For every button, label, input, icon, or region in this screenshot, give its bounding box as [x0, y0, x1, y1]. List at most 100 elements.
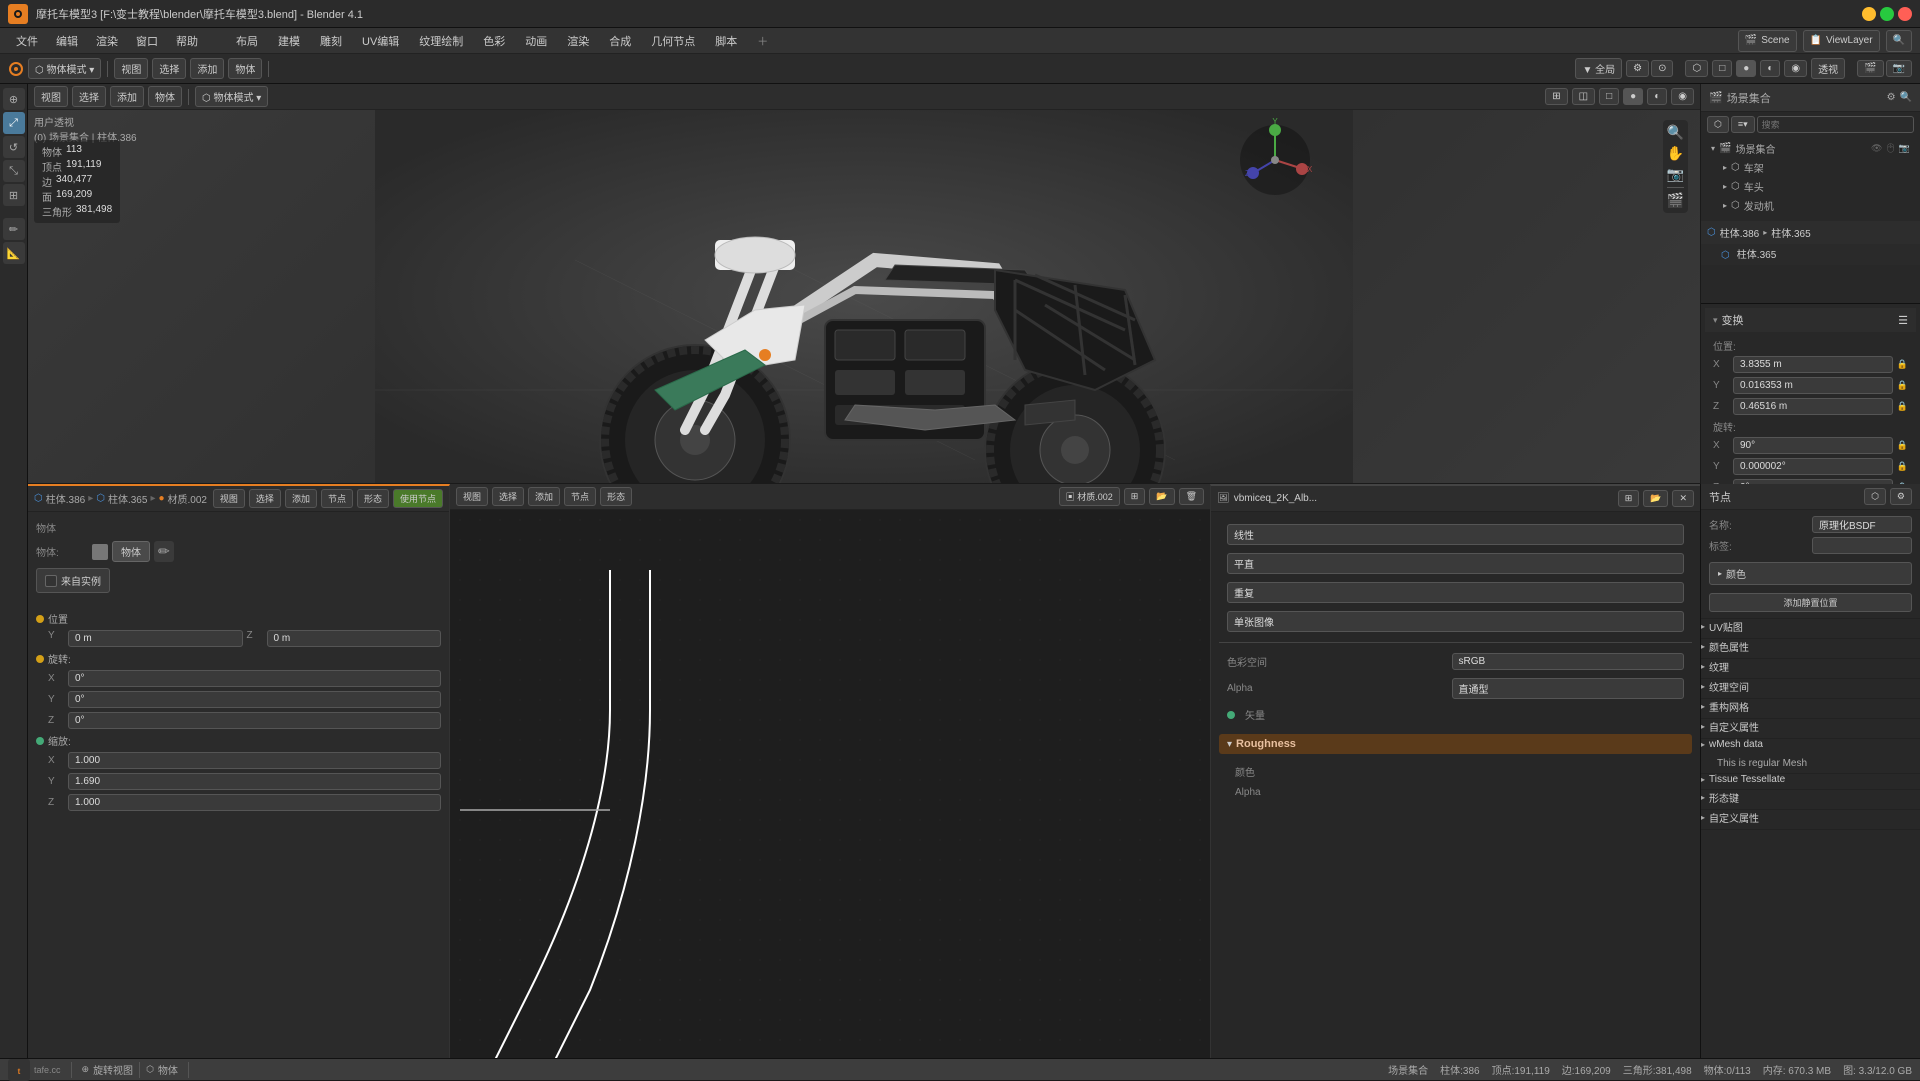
location-x-lock[interactable]: 🔒 [1897, 359, 1908, 370]
perspective-label[interactable]: 透视 [1811, 58, 1845, 79]
rotation-x-field[interactable]: 90° [1733, 437, 1893, 454]
texture-header[interactable]: ▸ 纹理 [1701, 659, 1920, 674]
obj-shape-btn[interactable]: 形态 [357, 489, 389, 508]
outliner-item-engine[interactable]: ▸ ⬡ 发动机 [1715, 196, 1918, 215]
maximize-button[interactable] [1880, 7, 1894, 21]
location-y-lock[interactable]: 🔒 [1897, 380, 1908, 391]
menu-animation[interactable]: 动画 [517, 31, 555, 51]
node-label-input[interactable] [1812, 537, 1912, 554]
uv-map-header[interactable]: ▸ UV贴图 [1701, 619, 1920, 634]
select-btn[interactable]: 选择 [152, 58, 186, 79]
outliner-icons-btn[interactable]: ⬡ [1707, 116, 1729, 133]
outliner-item-head[interactable]: ▸ ⬡ 车头 [1715, 177, 1918, 196]
outliner-search-btn[interactable]: 🔍 [1900, 92, 1912, 103]
sidebar-measure-tool[interactable]: 📐 [3, 242, 25, 264]
mt-folder-btn[interactable]: 📂 [1643, 490, 1668, 507]
mt-copy-btn[interactable]: ⊞ [1618, 490, 1640, 507]
repeat-select[interactable]: 重复 [1227, 582, 1684, 603]
roughness-space-header[interactable]: ▸ 纹理空间 [1701, 679, 1920, 694]
rebuild-mesh-header[interactable]: ▸ 重构网格 [1701, 699, 1920, 714]
viewport-canvas[interactable]: Y X Z 用户透视 (0) 场景集合 | 柱体.386 物体 [28, 110, 1700, 483]
sidebar-transform-tool[interactable]: ⊞ [3, 184, 25, 206]
menu-uv[interactable]: UV编辑 [354, 31, 407, 51]
outliner-filter-btn[interactable]: ⚙ [1887, 92, 1896, 103]
vp-zoom-icon[interactable]: 🔍 [1667, 124, 1684, 141]
render-icon-btn[interactable]: 📷 [1886, 60, 1912, 77]
rot-x-val[interactable]: 0° [68, 670, 441, 687]
roughness-header[interactable]: ▾ Roughness [1219, 734, 1692, 754]
menu-compositing[interactable]: 合成 [601, 31, 639, 51]
menu-file[interactable]: 文件 [8, 31, 46, 51]
vp-add-btn[interactable]: 添加 [110, 86, 144, 107]
from-instance-checkbox[interactable] [45, 575, 57, 587]
rotation-y-lock[interactable]: 🔒 [1897, 461, 1908, 472]
vp-mode-btn[interactable]: ⬡ 物体模式 ▾ [195, 86, 268, 107]
mt-close-btn[interactable]: ✕ [1672, 490, 1694, 507]
transform-options-icon[interactable]: ☰ [1898, 314, 1908, 327]
add-static-btn[interactable]: 添加静置位置 [1709, 593, 1912, 612]
vp-render-prev-btn[interactable]: ◉ [1671, 88, 1694, 105]
rotation-x-lock[interactable]: 🔒 [1897, 440, 1908, 451]
sc-y-val[interactable]: 1.690 [68, 773, 441, 790]
menu-render2[interactable]: 渲染 [559, 31, 597, 51]
vp-wire-btn[interactable]: □ [1599, 88, 1619, 105]
vp-solid-btn[interactable]: ● [1623, 88, 1643, 105]
menu-plus[interactable]: ＋ [749, 31, 776, 51]
sidebar-rotate-tool[interactable]: ↺ [3, 136, 25, 158]
color-expand-btn[interactable]: ▸ 颜色 [1709, 562, 1912, 585]
menu-render[interactable]: 渲染 [88, 31, 126, 51]
vp-camera-icon[interactable]: 📷 [1667, 166, 1684, 183]
location-x-field[interactable]: 3.8355 m [1733, 356, 1893, 373]
sc-x-val[interactable]: 1.000 [68, 752, 441, 769]
ne-select-btn[interactable]: 选择 [492, 487, 524, 506]
vp-select-btn[interactable]: 选择 [72, 86, 106, 107]
viewport-overlay-btn[interactable]: ⬡ [1685, 60, 1708, 77]
obj-add-btn[interactable]: 添加 [285, 489, 317, 508]
menu-vertices[interactable]: 几何节点 [643, 31, 703, 51]
sidebar-annotate-tool[interactable]: ✏ [3, 218, 25, 240]
geometry-header[interactable]: ▸ 自定义属性 [1701, 719, 1920, 734]
close-button[interactable] [1898, 7, 1912, 21]
pos-z-field[interactable]: 0 m [267, 630, 442, 647]
vp-mat-prev-btn[interactable]: ◐ [1647, 88, 1667, 105]
obj-node-btn[interactable]: 节点 [321, 489, 353, 508]
np-icons-btn[interactable]: ⬡ [1864, 488, 1886, 505]
vp-view-btn[interactable]: 视图 [34, 86, 68, 107]
vp-object-btn[interactable]: 物体 [148, 86, 182, 107]
location-z-lock[interactable]: 🔒 [1897, 401, 1908, 412]
menu-modeling[interactable]: 建模 [270, 31, 308, 51]
rotate-view-btn[interactable]: ⊕ [82, 1064, 90, 1075]
flat-select[interactable]: 平直 [1227, 553, 1684, 574]
np-filter-btn[interactable]: ⚙ [1890, 488, 1912, 505]
alpha-select[interactable]: 直通型 [1452, 678, 1685, 699]
linearity-select[interactable]: 线性 [1227, 524, 1684, 545]
menu-texture-paint[interactable]: 纹理绘制 [411, 31, 471, 51]
outliner-item-scene-collection[interactable]: ▾ 🎬 场景集合 👁 🖱 📷 [1703, 139, 1918, 158]
outliner-item-frame[interactable]: ▸ ⬡ 车架 [1715, 158, 1918, 177]
sc-z-val[interactable]: 1.000 [68, 794, 441, 811]
viewport-region[interactable]: 视图 选择 添加 物体 ⬡ 物体模式 ▾ ⊞ ◫ □ ● ◐ ◉ [28, 84, 1700, 484]
custom-def-header[interactable]: ▸ 自定义属性 [1701, 810, 1920, 825]
obj-view-btn[interactable]: 视图 [213, 489, 245, 508]
ne-tool3[interactable]: 🗑 [1179, 488, 1204, 505]
location-y-field[interactable]: 0.016353 m [1733, 377, 1893, 394]
snap-btn[interactable]: ⚙ [1626, 60, 1649, 77]
menu-scripting[interactable]: 脚本 [707, 31, 745, 51]
vp-scene-icon[interactable]: 🎬 [1667, 192, 1684, 209]
color-space-select[interactable]: sRGB [1452, 653, 1685, 670]
ne-scene-selector[interactable]: ▣ 材质.002 [1059, 487, 1120, 506]
menu-edit[interactable]: 编辑 [48, 31, 86, 51]
viewport-shade-wire[interactable]: □ [1712, 60, 1732, 77]
color-attr-header[interactable]: ▸ 颜色属性 [1701, 639, 1920, 654]
vp-xray-btn[interactable]: ◫ [1572, 88, 1595, 105]
tissue-header[interactable]: ▸ Tissue Tessellate [1701, 774, 1920, 785]
menu-sculpting[interactable]: 雕刻 [312, 31, 350, 51]
menu-window[interactable]: 窗口 [128, 31, 166, 51]
location-z-field[interactable]: 0.46516 m [1733, 398, 1893, 415]
transform-section-header[interactable]: ▾ 变换 ☰ [1705, 308, 1916, 332]
ne-tool2[interactable]: 📂 [1149, 488, 1174, 505]
object-btn[interactable]: 物体 [228, 58, 262, 79]
rotation-z-field[interactable]: 0° [1733, 479, 1893, 484]
viewport-shade-render[interactable]: ◉ [1784, 60, 1807, 77]
ne-view-btn[interactable]: 视图 [456, 487, 488, 506]
